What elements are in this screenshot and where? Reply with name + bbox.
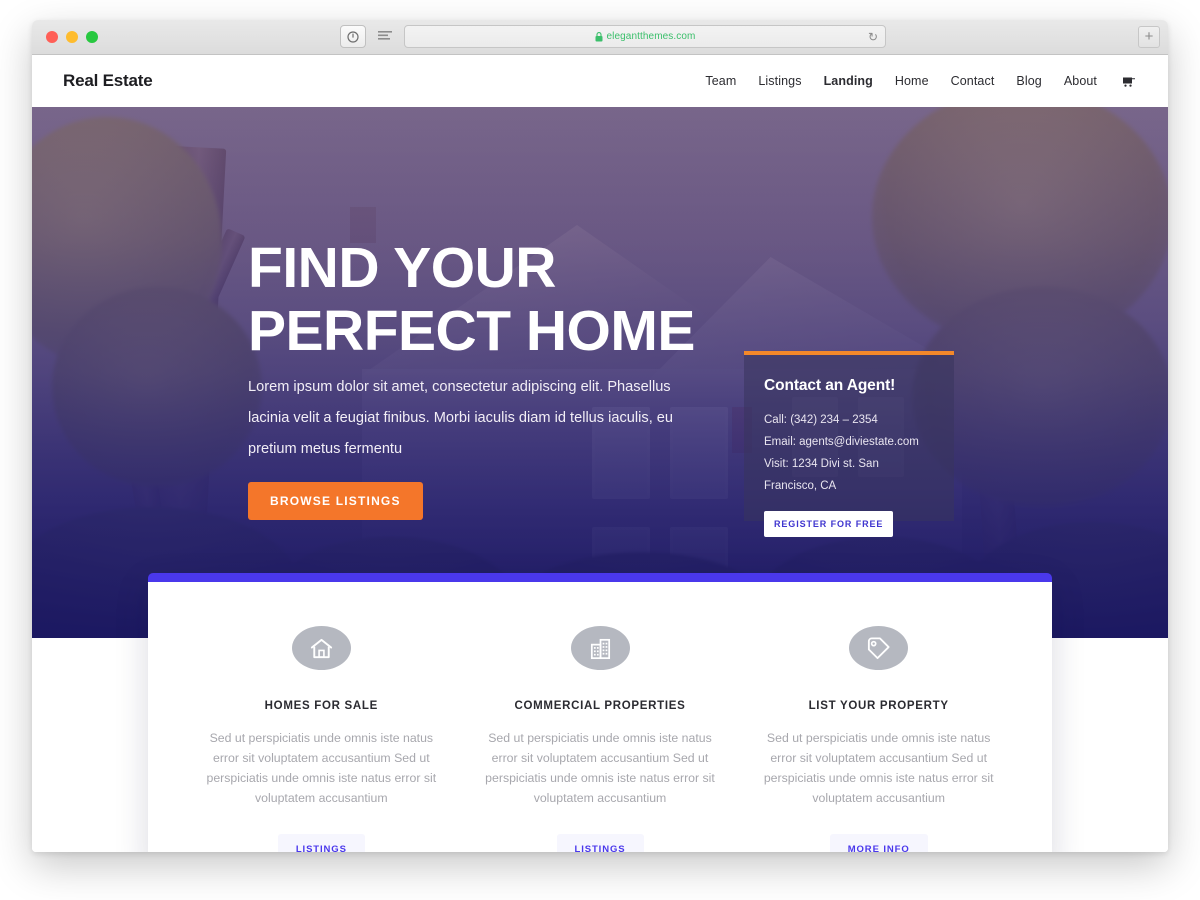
address-bar-url: elegantthemes.com: [606, 31, 696, 42]
contact-agent-address: Visit: 1234 Divi st. San Francisco, CA: [764, 458, 879, 492]
address-bar[interactable]: elegantthemes.com ↻: [404, 25, 886, 48]
sidebar-toggle-icon[interactable]: [340, 25, 366, 48]
nav-item-blog[interactable]: Blog: [1016, 74, 1041, 88]
feature-column-list-your-property: LIST YOUR PROPERTY Sed ut perspiciatis u…: [739, 626, 1018, 852]
hero-section: FIND YOUR PERFECT HOME Lorem ipsum dolor…: [32, 107, 1168, 638]
nav-item-team[interactable]: Team: [705, 74, 736, 88]
site-brand[interactable]: Real Estate: [63, 71, 153, 91]
maximize-window-button[interactable]: [86, 31, 98, 43]
feature-column-homes-for-sale: HOMES FOR SALE Sed ut perspiciatis unde …: [182, 626, 461, 852]
reader-view-icon[interactable]: [372, 25, 398, 48]
hero-title-line-2: PERFECT HOME: [248, 299, 695, 363]
secure-lock-icon: [595, 31, 603, 42]
feature-body: Sed ut perspiciatis unde omnis iste natu…: [485, 731, 715, 805]
nav-item-about[interactable]: About: [1064, 74, 1097, 88]
feature-title: HOMES FOR SALE: [264, 700, 378, 712]
feature-column-commercial-properties: COMMERCIAL PROPERTIES Sed ut perspiciati…: [461, 626, 740, 852]
page-viewport: Real Estate Team Listings Landing Home C…: [32, 55, 1168, 852]
price-tag-icon: [849, 626, 909, 670]
browser-toolbar: elegantthemes.com ↻: [340, 25, 886, 48]
hero-title-line-1: FIND YOUR: [248, 236, 556, 300]
features-card: HOMES FOR SALE Sed ut perspiciatis unde …: [148, 573, 1052, 852]
shopping-cart-icon[interactable]: [1121, 74, 1137, 88]
feature-title: LIST YOUR PROPERTY: [808, 700, 949, 712]
site-header: Real Estate Team Listings Landing Home C…: [32, 55, 1168, 107]
nav-item-landing[interactable]: Landing: [824, 74, 873, 88]
contact-agent-card: Contact an Agent! Call: (342) 234 – 2354…: [744, 351, 954, 537]
new-tab-button[interactable]: +: [1138, 26, 1160, 48]
hero-title: FIND YOUR PERFECT HOME: [248, 237, 888, 363]
browser-titlebar: elegantthemes.com ↻ +: [32, 20, 1168, 55]
office-buildings-icon: [570, 626, 630, 670]
contact-agent-email: Email: agents@diviestate.com: [764, 436, 919, 448]
contact-agent-phone: Call: (342) 234 – 2354: [764, 414, 878, 426]
window-controls: [46, 31, 98, 43]
feature-body: Sed ut perspiciatis unde omnis iste natu…: [763, 731, 994, 805]
feature-button-listings-1[interactable]: LISTINGS: [277, 834, 365, 852]
home-icon: [291, 626, 351, 670]
minimize-window-button[interactable]: [66, 31, 78, 43]
reload-icon[interactable]: ↻: [868, 30, 878, 44]
main-navigation: Team Listings Landing Home Contact Blog …: [705, 74, 1137, 88]
browse-listings-button[interactable]: BROWSE LISTINGS: [248, 482, 423, 520]
feature-title: COMMERCIAL PROPERTIES: [514, 700, 686, 712]
nav-item-home[interactable]: Home: [895, 74, 929, 88]
feature-button-more-info[interactable]: MORE INFO: [829, 834, 928, 852]
nav-item-contact[interactable]: Contact: [951, 74, 995, 88]
feature-body: Sed ut perspiciatis unde omnis iste natu…: [206, 731, 437, 805]
feature-button-listings-2[interactable]: LISTINGS: [556, 834, 644, 852]
register-for-free-button[interactable]: REGISTER FOR FREE: [764, 511, 894, 537]
hero-paragraph: Lorem ipsum dolor sit amet, consectetur …: [248, 379, 674, 457]
close-window-button[interactable]: [46, 31, 58, 43]
contact-agent-title: Contact an Agent!: [764, 377, 896, 394]
browser-window: elegantthemes.com ↻ + Real Estate Team L…: [32, 20, 1168, 852]
nav-item-listings[interactable]: Listings: [758, 74, 801, 88]
